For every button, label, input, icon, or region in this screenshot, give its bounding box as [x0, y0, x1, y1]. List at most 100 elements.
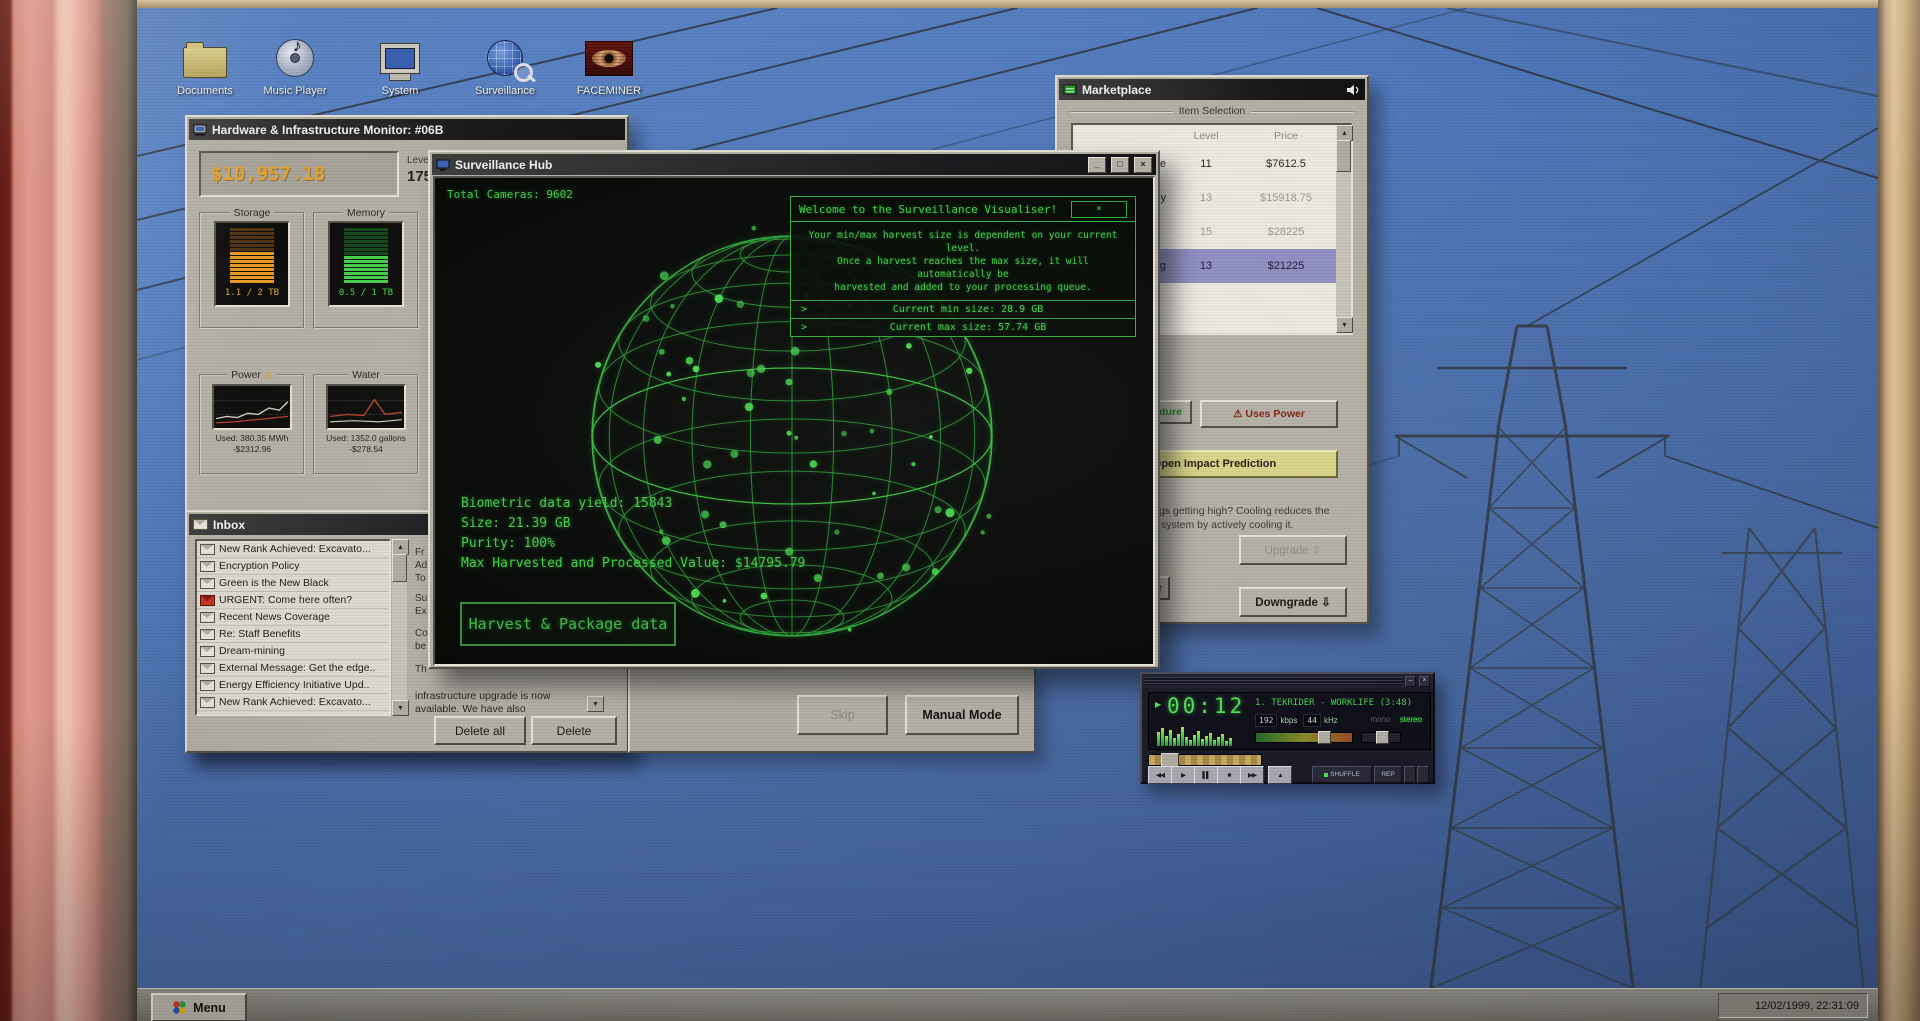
balance-slider[interactable] — [1361, 731, 1401, 744]
downgrade-button[interactable]: Downgrade ⇩ — [1239, 587, 1347, 617]
pylon-tower-2 — [1695, 527, 1869, 1021]
surveillance-titlebar[interactable]: Surveillance Hub _ □ × — [432, 154, 1156, 175]
list-item[interactable]: Encryption Policy — [197, 558, 389, 575]
list-item[interactable]: Energy Efficiency Initiative Upd.. — [197, 677, 389, 694]
desktop-icon-music-player[interactable]: ♪ Music Player — [251, 36, 339, 97]
impact-button-label: Open Impact Prediction — [1152, 458, 1277, 470]
balance-thumb[interactable] — [1376, 731, 1389, 744]
item-price: $21225 — [1267, 260, 1305, 272]
uses-power-button[interactable]: ⚠ Uses Power — [1200, 400, 1338, 428]
next-track-icon[interactable]: ▶▶ — [1240, 766, 1264, 784]
envelope-icon — [200, 628, 215, 640]
manual-mode-button[interactable]: Manual Mode — [905, 695, 1019, 735]
scroll-up-icon[interactable]: ▲ — [1336, 125, 1353, 141]
titlebar-ridge — [1145, 677, 1402, 685]
menu-button[interactable]: Menu — [151, 993, 247, 1021]
biometric-yield: Biometric data yield: 15843 — [461, 496, 673, 511]
volume-slider[interactable] — [1255, 731, 1353, 744]
desktop-icon-system[interactable]: System — [356, 36, 444, 97]
icon-label: Documents — [177, 85, 233, 97]
price-column-header: Price — [1274, 130, 1298, 142]
dialog-title: Welcome to the Surveillance Visualiser! — [799, 202, 1058, 216]
magnifier-icon — [514, 63, 533, 82]
scroll-down-icon[interactable]: ▼ — [1336, 317, 1353, 333]
envelope-icon — [200, 611, 215, 623]
marketplace-scrollbar[interactable]: ▲ ▼ — [1336, 125, 1353, 333]
list-item[interactable]: New Rank Achieved: Excavato... — [197, 694, 389, 711]
list-item[interactable]: Green is the New Black — [197, 575, 389, 592]
memory-label: Memory — [347, 207, 385, 219]
delete-label: Delete — [556, 723, 592, 738]
shuffle-button[interactable]: SHUFFLE — [1312, 766, 1372, 783]
scrollbar-thumb[interactable] — [1336, 140, 1351, 172]
inbox-scrollbar[interactable]: ▲ ▼ — [392, 539, 409, 716]
maximize-icon[interactable]: □ — [1111, 156, 1129, 173]
list-item[interactable]: Recent News Coverage — [197, 609, 389, 626]
list-item[interactable]: URGENT: Come here often? — [197, 592, 389, 609]
previous-track-icon[interactable]: ◀◀ — [1148, 766, 1172, 784]
surveillance-viewport: Total Cameras: 9602 Welcome to the Surve… — [433, 176, 1155, 666]
water-label: Water — [352, 369, 380, 381]
marketplace-titlebar[interactable]: Marketplace — [1059, 79, 1365, 100]
delete-all-label: Delete all — [454, 723, 506, 738]
taskbar-clock: 12/02/1999, 22:31:09 — [1718, 993, 1868, 1018]
minimize-icon[interactable]: _ — [1088, 156, 1106, 173]
message-subject: Energy Efficiency Initiative Upd.. — [219, 679, 370, 691]
desktop-icon-surveillance[interactable]: Surveillance — [461, 36, 549, 97]
scroll-up-icon[interactable]: ▲ — [392, 539, 409, 555]
spectrum-analyzer — [1157, 724, 1243, 746]
delete-all-button[interactable]: Delete all — [434, 716, 526, 745]
water-group: Water Used: 1352.0 gallons -$278.54 — [313, 369, 419, 475]
list-item[interactable]: Dream-mining — [197, 643, 389, 660]
scrollbar-thumb[interactable] — [392, 554, 407, 582]
reading-pane: Fr Ad To Su Ex Co be Th — [415, 546, 428, 676]
desktop-icon-documents[interactable]: Documents — [161, 36, 249, 97]
pane-scroll-down-icon[interactable]: ▼ — [587, 696, 604, 712]
repeat-label: REP — [1381, 771, 1395, 778]
reading-pane-line: Su — [415, 593, 428, 604]
stop-icon[interactable]: ■ — [1217, 766, 1241, 784]
skip-button[interactable]: Skip — [797, 695, 888, 735]
close-icon[interactable]: × — [1134, 156, 1152, 173]
playlist-button[interactable] — [1417, 766, 1429, 783]
play-icon[interactable]: ▶ — [1171, 766, 1195, 784]
music-note-icon: ♪ — [293, 36, 302, 55]
track-title[interactable]: 1. TEKRIDER - WORKLIFE (3:48) — [1255, 698, 1427, 709]
envelope-icon — [200, 543, 215, 555]
seek-bar[interactable] — [1148, 753, 1262, 767]
list-item[interactable]: URGENT: High Electricity Usage — [197, 711, 389, 714]
monitor-bezel-top — [137, 0, 1878, 8]
player-minimize-icon[interactable]: – — [1405, 675, 1416, 687]
eject-icon[interactable]: ▲ — [1268, 766, 1292, 784]
repeat-button[interactable]: REP — [1374, 766, 1402, 783]
water-graph — [326, 384, 406, 430]
list-item[interactable]: Re: Staff Benefits — [197, 626, 389, 643]
window-title: Marketplace — [1082, 82, 1152, 97]
seek-thumb[interactable] — [1161, 753, 1179, 767]
power-usage: Used: 380.35 MWh -$2312.96 — [215, 433, 289, 455]
min-size-row: > Current min size: 28.9 GB — [791, 300, 1135, 318]
upgrade-button[interactable]: Upgrade ⇧ — [1239, 535, 1347, 565]
message-subject: URGENT: Come here often? — [219, 594, 353, 606]
dialog-close-button[interactable]: × — [1071, 200, 1127, 218]
speaker-icon[interactable] — [1346, 84, 1361, 96]
monitor-bezel-left — [0, 0, 137, 1021]
scroll-down-icon[interactable]: ▼ — [392, 700, 409, 716]
skip-label: Skip — [830, 708, 855, 722]
pylon-tower — [1394, 324, 1670, 1021]
automation-panel: Skip Manual Mode — [628, 665, 1036, 753]
desktop-icon-faceminer[interactable]: FACEMINER — [565, 36, 653, 97]
eq-button[interactable] — [1404, 766, 1416, 783]
harvest-package-button[interactable]: Harvest & Package data — [460, 602, 676, 646]
delete-button[interactable]: Delete — [531, 716, 617, 745]
list-item[interactable]: New Rank Achieved: Excavato... — [197, 541, 389, 558]
player-titlebar[interactable]: – × — [1142, 674, 1433, 688]
message-subject: New Rank Achieved: Excavato... — [219, 543, 371, 555]
volume-thumb[interactable] — [1318, 731, 1331, 744]
stereo-indicator: stereo — [1399, 715, 1422, 724]
pause-icon[interactable]: ▌▌ — [1194, 766, 1218, 784]
list-item[interactable]: External Message: Get the edge.. — [197, 660, 389, 677]
player-close-icon[interactable]: × — [1419, 675, 1430, 687]
hardware-monitor-titlebar[interactable]: Hardware & Infrastructure Monitor: #06B — [189, 119, 625, 140]
storage-value: 1.1 / 2 TB — [224, 288, 280, 298]
